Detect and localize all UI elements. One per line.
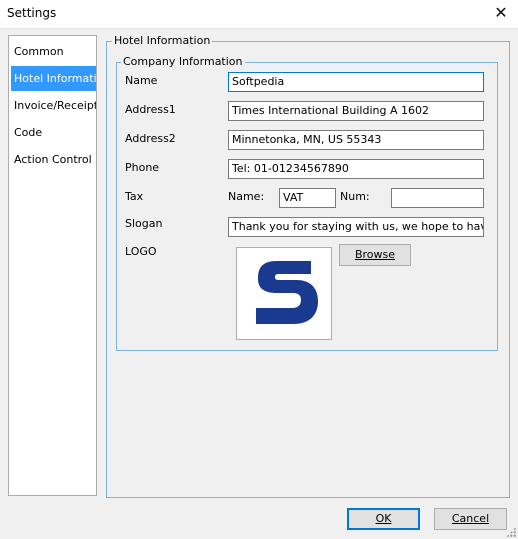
tax-num-field[interactable] <box>391 188 484 208</box>
tax-num-label: Num: <box>340 190 370 203</box>
close-icon[interactable]: ✕ <box>484 0 518 28</box>
tax-label: Tax <box>125 190 144 203</box>
address1-field[interactable]: Times International Building A 1602 <box>228 101 484 121</box>
ok-button-label: OK <box>375 512 392 525</box>
tax-name-field[interactable]: VAT <box>279 188 336 208</box>
address2-label: Address2 <box>125 132 176 145</box>
address1-label: Address1 <box>125 103 176 116</box>
phone-field[interactable]: Tel: 01-01234567890 <box>228 159 484 179</box>
resize-grip-icon[interactable] <box>506 527 516 537</box>
nav-item-action-control[interactable]: Action Control <box>11 147 96 172</box>
name-label: Name <box>125 74 158 87</box>
settings-nav: Common Hotel Information Invoice/Receipt… <box>8 35 97 496</box>
window-title: Settings <box>7 6 57 20</box>
tax-name-label: Name: <box>228 190 265 203</box>
logo-label: LOGO <box>125 245 157 258</box>
browse-button[interactable]: Browse <box>339 244 411 266</box>
ok-button[interactable]: OK <box>347 508 420 530</box>
browse-button-label: Browse <box>354 248 396 261</box>
nav-item-common[interactable]: Common <box>11 39 96 64</box>
title-bar: Settings ✕ <box>0 0 518 29</box>
cancel-button-label: Cancel <box>451 512 490 525</box>
nav-item-hotel-information[interactable]: Hotel Information <box>11 66 96 91</box>
address2-field[interactable]: Minnetonka, MN, US 55343 <box>228 130 484 150</box>
cancel-button[interactable]: Cancel <box>434 508 507 530</box>
company-information-legend: Company Information <box>121 55 245 68</box>
phone-label: Phone <box>125 161 160 174</box>
hotel-information-legend: Hotel Information <box>112 34 213 47</box>
slogan-field[interactable]: Thank you for staying with us, we hope t… <box>228 217 484 237</box>
name-field[interactable]: Softpedia <box>228 72 484 92</box>
softpedia-s-logo-icon <box>256 261 318 324</box>
slogan-label: Slogan <box>125 217 163 230</box>
logo-preview <box>236 247 332 340</box>
nav-item-invoice-receipt[interactable]: Invoice/Receipt <box>11 93 96 118</box>
nav-item-code[interactable]: Code <box>11 120 96 145</box>
